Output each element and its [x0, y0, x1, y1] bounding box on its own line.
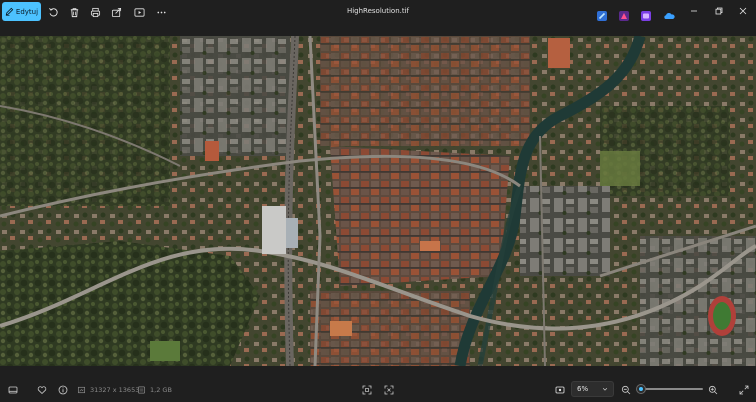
- chevron-down-icon: [602, 388, 608, 391]
- edit-button-label: Edytuj: [15, 7, 39, 16]
- favorite-heart-icon[interactable]: [36, 384, 48, 396]
- image-canvas[interactable]: [0, 36, 756, 366]
- edit-button[interactable]: Edytuj: [2, 2, 41, 21]
- image-view-icon[interactable]: [554, 384, 566, 396]
- delete-icon[interactable]: [66, 4, 82, 20]
- onedrive-icon[interactable]: [663, 6, 675, 19]
- zoom-slider[interactable]: [637, 385, 703, 393]
- zoom-out-icon[interactable]: [620, 384, 632, 396]
- restore-icon: [715, 7, 723, 15]
- zoom-slider-thumb[interactable]: [637, 385, 645, 393]
- filmstrip-icon[interactable]: [7, 384, 19, 396]
- rotate-icon[interactable]: [45, 4, 61, 20]
- info-icon[interactable]: [57, 384, 69, 396]
- more-icon[interactable]: [153, 4, 169, 20]
- dimensions-icon: [77, 384, 86, 396]
- fit-to-window-icon[interactable]: [361, 384, 373, 396]
- maximize-button[interactable]: [709, 3, 729, 19]
- close-icon: [739, 7, 747, 15]
- photos-app-icon[interactable]: [641, 6, 651, 21]
- close-button[interactable]: [733, 3, 753, 19]
- zoom-in-icon[interactable]: [707, 384, 719, 396]
- print-icon[interactable]: [87, 4, 103, 20]
- zoom-level-value: 6%: [577, 385, 589, 393]
- actual-size-icon[interactable]: [383, 384, 395, 396]
- edit-pencil-icon: [5, 7, 14, 16]
- file-size: 1,2 GB: [150, 386, 172, 394]
- minimize-button[interactable]: [684, 3, 704, 19]
- bottom-status-bar: 31327 x 13653 1,2 GB 6%: [0, 366, 756, 402]
- share-icon[interactable]: [108, 4, 124, 20]
- zoom-slider-track: [637, 388, 703, 390]
- file-size-icon: [137, 384, 146, 396]
- top-toolbar: Edytuj HighResolution.tif: [0, 0, 756, 36]
- designer-app-icon[interactable]: [597, 6, 607, 21]
- zoom-level-dropdown[interactable]: 6%: [571, 381, 614, 397]
- minimize-icon: [691, 10, 697, 12]
- slideshow-icon[interactable]: [131, 4, 147, 20]
- aerial-city-photo: [0, 36, 756, 366]
- clipchamp-app-icon[interactable]: [619, 6, 629, 21]
- fullscreen-icon[interactable]: [738, 384, 750, 396]
- image-dimensions: 31327 x 13653: [90, 386, 140, 394]
